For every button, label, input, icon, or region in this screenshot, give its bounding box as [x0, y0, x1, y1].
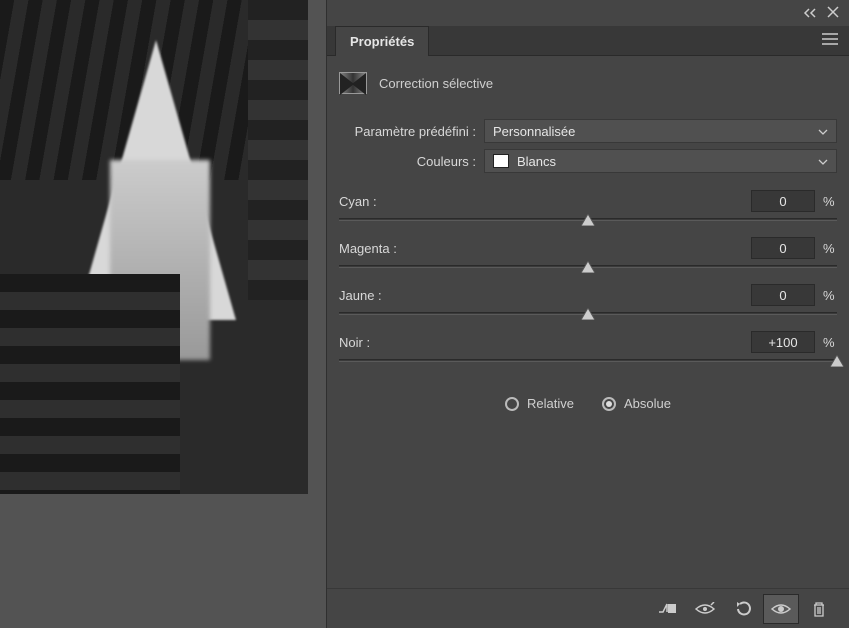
- radio-circle-selected: [602, 397, 616, 411]
- colors-dropdown[interactable]: Blancs: [484, 149, 837, 173]
- collapse-icon[interactable]: [803, 6, 817, 21]
- chevron-down-icon: [818, 154, 828, 169]
- percent-unit: %: [823, 241, 837, 256]
- selective-color-icon: [339, 72, 367, 94]
- chevron-down-icon: [818, 124, 828, 139]
- preview-image: [0, 0, 308, 494]
- delete-button[interactable]: [801, 594, 837, 624]
- preset-row: Paramètre prédéfini : Personnalisée: [327, 116, 849, 146]
- yellow-label: Jaune :: [339, 288, 382, 303]
- relative-radio[interactable]: Relative: [505, 396, 574, 411]
- relative-label: Relative: [527, 396, 574, 411]
- tab-properties[interactable]: Propriétés: [335, 26, 429, 56]
- preset-dropdown[interactable]: Personnalisée: [484, 119, 837, 143]
- yellow-value-input[interactable]: [751, 284, 815, 306]
- toggle-visibility-button[interactable]: [763, 594, 799, 624]
- panel-title-bar: [327, 0, 849, 26]
- yellow-slider-thumb[interactable]: [581, 308, 595, 320]
- magenta-slider-thumb[interactable]: [581, 261, 595, 273]
- black-value-input[interactable]: [751, 331, 815, 353]
- preset-label: Paramètre prédéfini :: [339, 124, 484, 139]
- properties-panel: Propriétés Correction sélective Paramètr…: [326, 0, 849, 628]
- close-icon[interactable]: [827, 6, 839, 21]
- percent-unit: %: [823, 194, 837, 209]
- sliders-area: Cyan : % Magenta : %: [327, 176, 849, 378]
- colors-value: Blancs: [517, 154, 556, 169]
- magenta-label: Magenta :: [339, 241, 397, 256]
- yellow-slider-group: Jaune : %: [339, 284, 837, 315]
- black-label: Noir :: [339, 335, 370, 350]
- view-previous-state-button[interactable]: [687, 594, 723, 624]
- black-slider-track[interactable]: [339, 359, 837, 362]
- absolute-label: Absolue: [624, 396, 671, 411]
- panel-footer: [327, 588, 849, 628]
- magenta-slider-track[interactable]: [339, 265, 837, 268]
- radio-circle: [505, 397, 519, 411]
- colors-label: Couleurs :: [339, 154, 484, 169]
- adjustment-header: Correction sélective: [327, 56, 849, 116]
- cyan-slider-group: Cyan : %: [339, 190, 837, 221]
- panel-menu-icon[interactable]: [821, 32, 839, 49]
- document-preview-pane: [0, 0, 326, 628]
- preset-value: Personnalisée: [493, 124, 575, 139]
- magenta-value-input[interactable]: [751, 237, 815, 259]
- magenta-slider-group: Magenta : %: [339, 237, 837, 268]
- color-swatch: [493, 154, 509, 168]
- cyan-value-input[interactable]: [751, 190, 815, 212]
- black-slider-thumb[interactable]: [830, 355, 844, 367]
- tab-row: Propriétés: [327, 26, 849, 56]
- clip-to-layer-button[interactable]: [649, 594, 685, 624]
- black-slider-group: Noir : %: [339, 331, 837, 362]
- percent-unit: %: [823, 288, 837, 303]
- colors-row: Couleurs : Blancs: [327, 146, 849, 176]
- cyan-slider-track[interactable]: [339, 218, 837, 221]
- reset-button[interactable]: [725, 594, 761, 624]
- adjustment-title: Correction sélective: [379, 76, 493, 91]
- percent-unit: %: [823, 335, 837, 350]
- cyan-label: Cyan :: [339, 194, 377, 209]
- yellow-slider-track[interactable]: [339, 312, 837, 315]
- cyan-slider-thumb[interactable]: [581, 214, 595, 226]
- mode-radio-group: Relative Absolue: [327, 378, 849, 429]
- absolute-radio[interactable]: Absolue: [602, 396, 671, 411]
